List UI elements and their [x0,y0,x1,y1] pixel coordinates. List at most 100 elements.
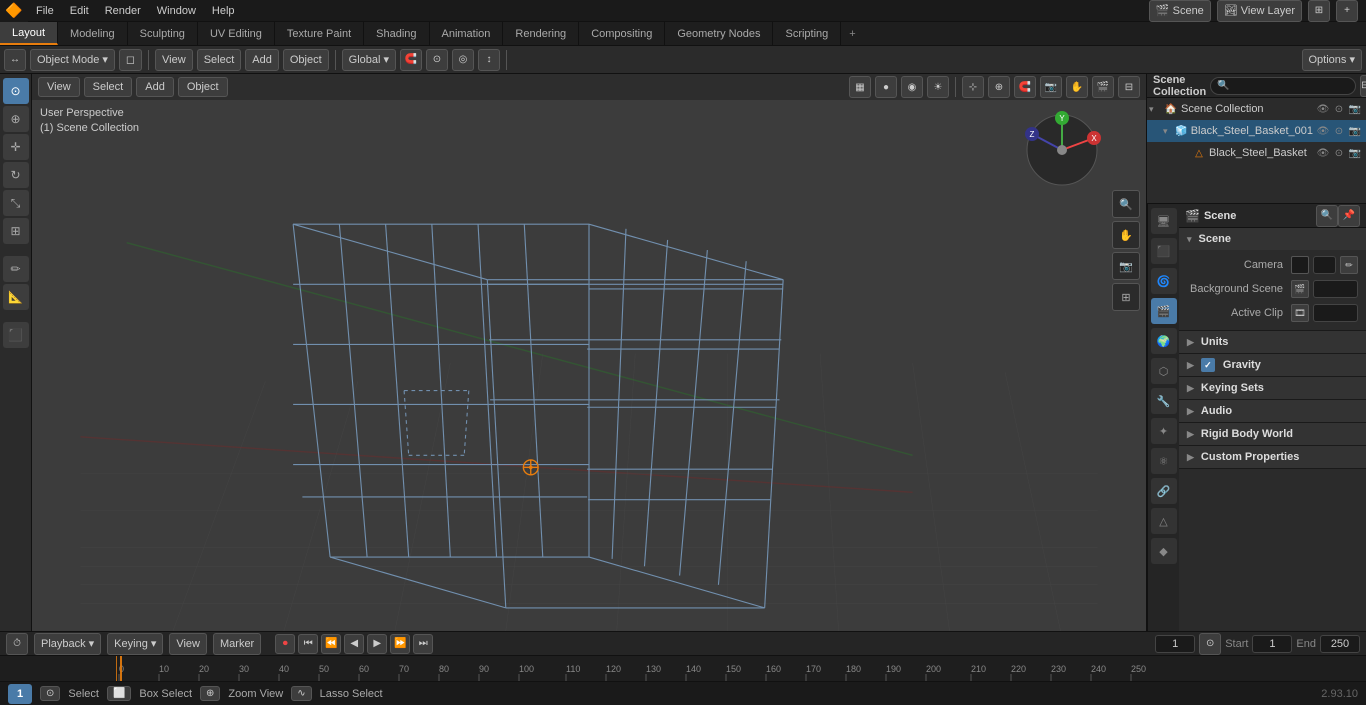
viewport-view-btn[interactable]: View [38,77,80,97]
basket-001-render-icon[interactable]: 📷 [1348,124,1362,138]
scene-section-header[interactable]: ▾ Scene [1179,228,1366,250]
region-btn[interactable]: ⊟ [1118,76,1140,98]
rotate-tool-btn[interactable]: ↻ [3,162,29,188]
properties-search-btn[interactable]: 🔍 [1316,205,1338,227]
zoom-in-btn[interactable]: 🔍 [1112,190,1140,218]
camera-icon-btn[interactable]: 🎬 [1092,76,1114,98]
background-scene-value[interactable] [1313,280,1358,298]
outliner-select-icon[interactable]: ⊙ [1332,102,1346,116]
active-clip-value[interactable] [1313,304,1358,322]
basket-render-icon[interactable]: 📷 [1348,146,1362,160]
props-tab-physics[interactable]: ⚛ [1151,448,1177,474]
snap-toggle-btn[interactable]: 🧲 [400,49,422,71]
basket-001-select-icon[interactable]: ⊙ [1332,124,1346,138]
timeline-view-menu-btn[interactable]: View [169,633,207,655]
end-frame-input[interactable]: 250 [1320,635,1360,653]
scale-tool-btn[interactable]: ⤡ [3,190,29,216]
tab-shading[interactable]: Shading [364,22,429,45]
properties-pin-btn[interactable]: 📌 [1338,205,1360,227]
tab-geometry-nodes[interactable]: Geometry Nodes [665,22,773,45]
cursor-tool-btn[interactable]: ⊕ [3,106,29,132]
props-tab-particles[interactable]: ✦ [1151,418,1177,444]
view-layer-selector[interactable]: 🏞 View Layer [1217,0,1302,22]
props-tab-data[interactable]: △ [1151,508,1177,534]
rigid-body-section-header[interactable]: ▶ Rigid Body World [1179,423,1366,445]
outliner-search-input[interactable] [1210,77,1356,95]
select-key[interactable]: ⊙ [40,686,60,701]
props-tab-material[interactable]: ◆ [1151,538,1177,564]
tab-modeling[interactable]: Modeling [58,22,128,45]
proportional-edit-btn[interactable]: ⊙ [426,49,448,71]
viewport-add-btn[interactable]: Add [136,77,174,97]
outliner-item-basket-001[interactable]: ▾ 🧊 Black_Steel_Basket_001 👁 ⊙ 📷 [1147,120,1366,142]
shading-wireframe-btn[interactable]: ▦ [849,76,871,98]
jump-to-keyframe-btn[interactable]: ⊙ [1199,633,1221,655]
global-orientation-btn[interactable]: Global ▾ [342,49,396,71]
keying-sets-section-header[interactable]: ▶ Keying Sets [1179,377,1366,399]
tab-uv-editing[interactable]: UV Editing [198,22,275,45]
outliner-basket-expand[interactable]: ▾ [1163,126,1172,137]
snap-btn[interactable]: 🧲 [1014,76,1036,98]
scene-settings-btn[interactable]: ⊞ [1308,0,1330,22]
camera-color-swatch[interactable] [1291,256,1309,274]
record-btn[interactable]: ⏺ [275,634,295,654]
props-tab-output[interactable]: ⬛ [1151,238,1177,264]
audio-section-header[interactable]: ▶ Audio [1179,400,1366,422]
lasso-key[interactable]: ∿ [291,686,311,701]
gizmo-btn[interactable]: ⊕ [988,76,1010,98]
background-scene-icon-btn[interactable]: 🎬 [1291,280,1309,298]
measure-tool-btn[interactable]: 📐 [3,284,29,310]
menu-render[interactable]: Render [97,0,149,21]
jump-to-end-btn[interactable]: ⏭ [413,634,433,654]
tab-animation[interactable]: Animation [430,22,504,45]
tab-compositing[interactable]: Compositing [579,22,665,45]
camera-value[interactable] [1313,256,1336,274]
viewport-object-btn[interactable]: Object [178,77,228,97]
props-tab-object[interactable]: ⬡ [1151,358,1177,384]
move-tool-btn[interactable]: ✛ [3,134,29,160]
transform-pivot-btn[interactable]: ◎ [452,49,474,71]
gravity-section-header[interactable]: ▶ ✓ Gravity [1179,354,1366,376]
props-tab-view[interactable]: 🌀 [1151,268,1177,294]
viewport-3d[interactable]: View Select Add Object ▦ ● ◉ ☀ ⊹ ⊕ 🧲 📷 ✋… [32,74,1146,631]
overlay-btn[interactable]: ⊹ [962,76,984,98]
prev-keyframe-btn[interactable]: ⏪ [321,634,341,654]
timeline-type-selector[interactable]: ⏱ [6,633,28,655]
tab-rendering[interactable]: Rendering [503,22,579,45]
outliner-item-basket[interactable]: ▾ △ Black_Steel_Basket 👁 ⊙ 📷 [1147,142,1366,164]
box-select-key[interactable]: ⬜ [107,686,131,701]
units-section-header[interactable]: ▶ Units [1179,331,1366,353]
tab-texture-paint[interactable]: Texture Paint [275,22,364,45]
object-menu-btn[interactable]: Object [283,49,329,71]
tab-scripting[interactable]: Scripting [773,22,841,45]
camera-view-btn[interactable]: 📷 [1040,76,1062,98]
jump-to-start-btn[interactable]: ⏮ [298,634,318,654]
timeline-ruler[interactable]: 0 10 20 30 40 50 60 70 80 90 1 [0,656,1366,681]
shading-rendered-btn[interactable]: ☀ [927,76,949,98]
menu-help[interactable]: Help [204,0,243,21]
outliner-expand-icon[interactable]: ▾ [1149,104,1161,115]
props-tab-world[interactable]: 🌍 [1151,328,1177,354]
props-tab-scene[interactable]: 🎬 [1151,298,1177,324]
outliner-filter-btn[interactable]: ⊟ [1360,75,1366,97]
outliner-scene-collection[interactable]: ▾ 🏠 Scene Collection 👁 ⊙ 📷 [1147,98,1366,120]
menu-edit[interactable]: Edit [62,0,97,21]
navigation-gizmo[interactable]: X Y Z [1022,110,1102,190]
frame-all-btn[interactable]: ⊞ [1112,283,1140,311]
select-tool-btn[interactable]: ⊙ [3,78,29,104]
shading-solid-btn[interactable]: ● [875,76,897,98]
keying-menu-btn[interactable]: Keying ▾ [107,633,163,655]
menu-file[interactable]: File [28,0,62,21]
play-btn[interactable]: ▶ [367,634,387,654]
grab-btn[interactable]: ↕ [478,49,500,71]
viewport-shading-btn[interactable]: ◻ [119,49,142,71]
play-reverse-btn[interactable]: ◀ [344,634,364,654]
outliner-render-icon[interactable]: 📷 [1348,102,1362,116]
next-keyframe-btn[interactable]: ⏩ [390,634,410,654]
options-btn[interactable]: Options ▾ [1302,49,1363,71]
select-menu-btn[interactable]: Select [197,49,242,71]
camera-persp-btn[interactable]: 📷 [1112,252,1140,280]
basket-select-icon[interactable]: ⊙ [1332,146,1346,160]
active-scene-selector[interactable]: 🎬 Scene [1149,0,1211,22]
basket-eye-icon[interactable]: 👁 [1316,146,1330,160]
